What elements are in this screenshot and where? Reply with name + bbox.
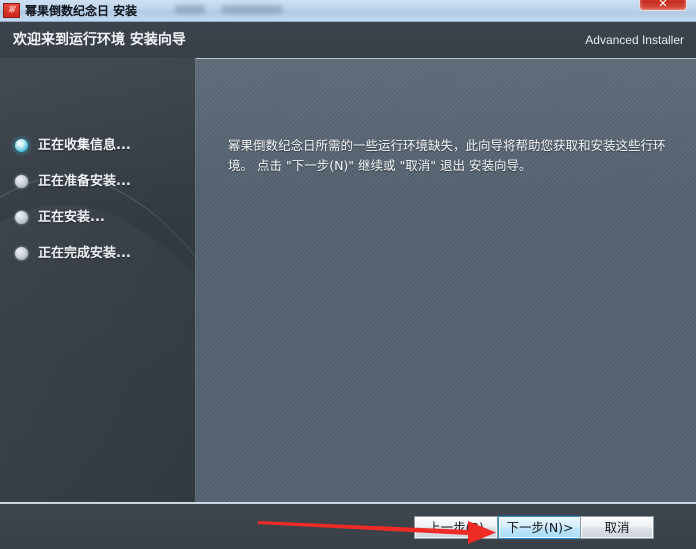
step-bullet-pending-icon [14, 210, 29, 225]
wizard-body: 正在收集信息... 正在准备安装... 正在安装... 正在完成安装... 幂果… [0, 58, 696, 502]
cancel-button[interactable]: 取消 [580, 516, 654, 539]
step-bullet-pending-icon [14, 246, 29, 261]
step-item-finishing: 正在完成安装... [0, 241, 196, 277]
step-bullet-pending-icon [14, 174, 29, 189]
page-title: 欢迎来到运行环境 安装向导 [13, 32, 186, 48]
step-list: 正在收集信息... 正在准备安装... 正在安装... 正在完成安装... [0, 133, 196, 277]
step-label: 正在收集信息... [38, 138, 131, 153]
step-label: 正在完成安装... [38, 246, 131, 261]
step-sidebar: 正在收集信息... 正在准备安装... 正在安装... 正在完成安装... [0, 58, 196, 502]
window-title: 幂果倒数纪念日 安装 [25, 4, 138, 18]
brand-label: Advanced Installer [585, 33, 684, 47]
step-label: 正在准备安装... [38, 174, 131, 189]
window-titlebar[interactable]: 幂 幂果倒数纪念日 安装 ✕ [0, 0, 696, 22]
titlebar-background-artifact [175, 5, 205, 14]
button-bar: 上一步(B) 下一步(N)> 取消 [0, 504, 696, 549]
next-button[interactable]: 下一步(N)> [498, 516, 582, 539]
step-item-collecting: 正在收集信息... [0, 133, 196, 169]
close-icon: ✕ [658, 0, 668, 10]
close-button[interactable]: ✕ [639, 0, 687, 11]
app-icon: 幂 [3, 3, 20, 18]
step-item-preparing: 正在准备安装... [0, 169, 196, 205]
wizard-header: 欢迎来到运行环境 安装向导 Advanced Installer [0, 22, 696, 58]
back-button[interactable]: 上一步(B) [414, 516, 498, 539]
step-item-installing: 正在安装... [0, 205, 196, 241]
content-panel: 幂果倒数纪念日所需的一些运行环境缺失，此向导将帮助您获取和安装这些行环境。 点击… [196, 58, 696, 502]
wizard-description: 幂果倒数纪念日所需的一些运行环境缺失，此向导将帮助您获取和安装这些行环境。 点击… [228, 138, 666, 173]
step-label: 正在安装... [38, 210, 105, 225]
titlebar-background-artifact [222, 5, 282, 14]
installer-window: 幂 幂果倒数纪念日 安装 ✕ 欢迎来到运行环境 安装向导 Advanced In… [0, 0, 696, 549]
step-bullet-active-icon [14, 138, 29, 153]
